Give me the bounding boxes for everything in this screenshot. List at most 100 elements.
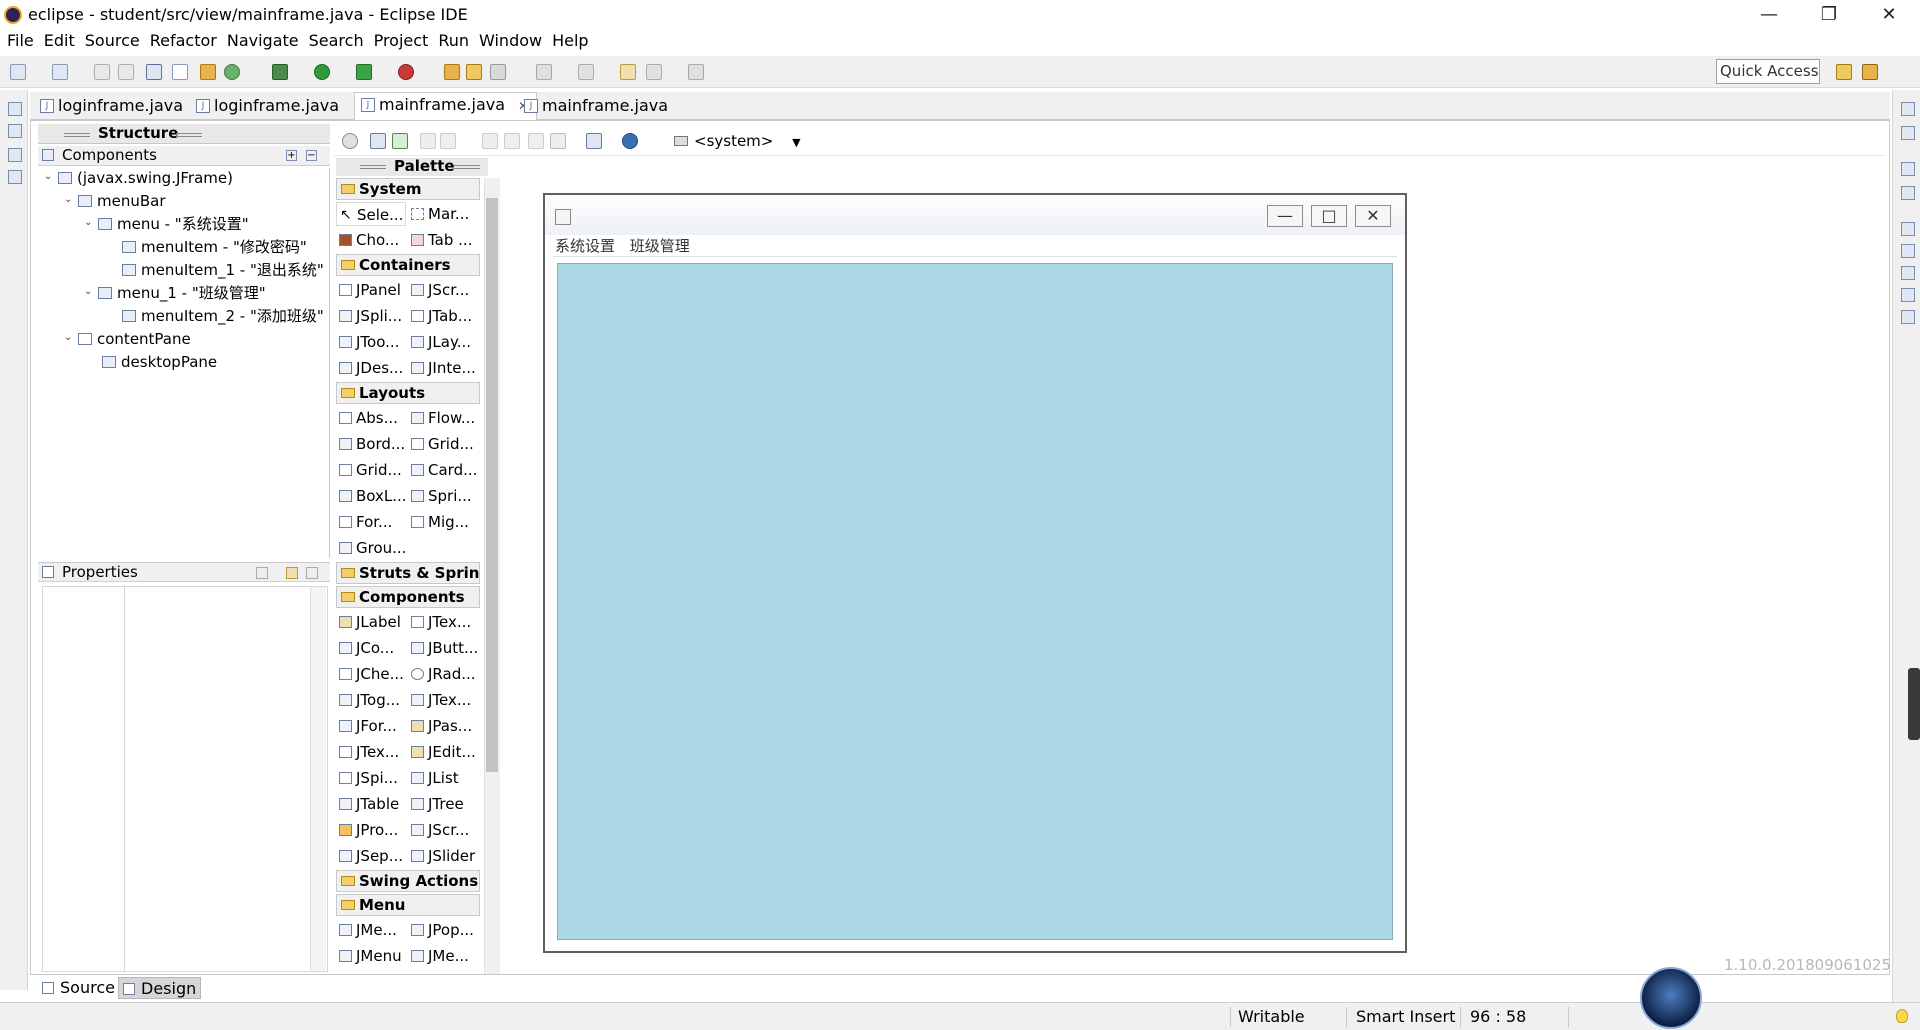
menu-help[interactable]: Help — [547, 30, 593, 54]
frame-maximize-button[interactable]: □ — [1311, 205, 1347, 227]
palette-item-choose[interactable]: Cho... — [336, 228, 406, 252]
palette-item-borderlayout[interactable]: Bord... — [336, 432, 406, 456]
project-explorer-icon[interactable] — [8, 170, 22, 184]
properties-toggle-icon[interactable] — [586, 133, 602, 149]
menu-edit[interactable]: Edit — [39, 30, 80, 54]
restore-view-icon[interactable] — [8, 102, 22, 116]
palette-item-miglayout[interactable]: Mig... — [408, 510, 478, 534]
coverage-icon[interactable] — [356, 64, 372, 80]
menu-run[interactable]: Run — [433, 30, 474, 54]
forward-icon[interactable] — [688, 64, 704, 80]
prev-annotation-icon[interactable] — [578, 64, 594, 80]
minimize-button[interactable]: — — [1746, 0, 1792, 30]
task-list-icon[interactable] — [1901, 186, 1915, 200]
tab-mainframe-2[interactable]: J mainframe.java — [518, 94, 676, 120]
palette-scrollbar-thumb[interactable] — [486, 198, 498, 772]
palette-item-jlayeredpane[interactable]: JLay... — [408, 330, 478, 354]
package-icon[interactable] — [200, 64, 216, 80]
tree-node-menuitem-1[interactable]: menuItem_1 - "退出系统" — [122, 260, 324, 280]
run-icon[interactable] — [314, 64, 330, 80]
tab-design[interactable]: Design — [118, 977, 202, 999]
palette-item-jsplitpane[interactable]: JSpli... — [336, 304, 406, 328]
tab-source[interactable]: Source — [38, 977, 119, 999]
palette-item-jscrollpane[interactable]: JScr... — [408, 278, 478, 302]
menu-source[interactable]: Source — [80, 30, 145, 54]
palette-category-components[interactable]: Components — [336, 586, 480, 608]
menu-navigate[interactable]: Navigate — [222, 30, 304, 54]
tree-node-contentpane[interactable]: ⌄ contentPane — [62, 329, 191, 349]
look-and-feel-selector[interactable]: <system> ▼ — [674, 132, 801, 150]
palette-item-jmenu[interactable]: JMenu — [336, 944, 406, 968]
delete-icon[interactable] — [550, 133, 566, 149]
desktop-pane[interactable] — [557, 263, 1393, 940]
terminal-icon[interactable] — [146, 64, 162, 80]
palette-item-jcombobox[interactable]: JCo... — [336, 636, 406, 660]
type-hierarchy-icon[interactable] — [8, 148, 22, 162]
cut-icon[interactable] — [482, 133, 498, 149]
convert-icon[interactable] — [370, 133, 386, 149]
menu-file[interactable]: File — [2, 30, 39, 54]
tree-node-menu[interactable]: ⌄ menu - "系统设置" — [82, 214, 249, 234]
test-gui-icon[interactable] — [342, 133, 358, 149]
menu-project[interactable]: Project — [369, 30, 434, 54]
menu-search[interactable]: Search — [304, 30, 369, 54]
menu-window[interactable]: Window — [474, 30, 547, 54]
restore-console-icon[interactable] — [1901, 222, 1915, 236]
tree-node-menuitem-2[interactable]: menuItem_2 - "添加班级" — [122, 306, 324, 326]
redo-icon[interactable] — [440, 133, 456, 149]
palette-item-jseparator[interactable]: JSep... — [336, 844, 406, 868]
palette-item-jslider[interactable]: JSlider — [408, 844, 478, 868]
paste-icon[interactable] — [528, 133, 544, 149]
chevron-down-icon[interactable]: ⌄ — [64, 333, 74, 343]
new-wizard-icon[interactable] — [52, 64, 68, 80]
show-events-icon[interactable] — [256, 567, 268, 579]
palette-item-jtable[interactable]: JTable — [336, 792, 406, 816]
quick-access-field[interactable]: Quick Access — [1716, 59, 1820, 84]
palette-item-jbutton[interactable]: JButt... — [408, 636, 478, 660]
palette-item-jpasswordfield[interactable]: JPas... — [408, 714, 478, 738]
properties-scrollbar[interactable] — [310, 587, 326, 971]
palette-item-jeditorpane[interactable]: JEdit... — [408, 740, 478, 764]
declaration-icon[interactable] — [1901, 288, 1915, 302]
palette-item-jcheckbox[interactable]: JChe... — [336, 662, 406, 686]
show-advanced-icon[interactable] — [306, 567, 318, 579]
palette-item-gridbaglayout[interactable]: Grid... — [336, 458, 406, 482]
palette-item-jtabbedpane[interactable]: JTab... — [408, 304, 478, 328]
save-icon[interactable] — [94, 64, 110, 80]
palette-item-jlist[interactable]: JList — [408, 766, 478, 790]
palette-item-grouplayout[interactable]: Grou... — [336, 536, 406, 560]
close-window-button[interactable]: ✕ — [1866, 0, 1912, 30]
palette-item-jtextarea[interactable]: JTex... — [408, 688, 478, 712]
save-all-icon[interactable] — [118, 64, 134, 80]
chevron-down-icon[interactable]: ⌄ — [44, 172, 54, 182]
palette-item-boxlayout[interactable]: BoxL... — [336, 484, 406, 508]
problems-icon[interactable] — [1901, 244, 1915, 258]
frame-close-button[interactable]: ✕ — [1355, 205, 1391, 227]
palette-category-struts-spring[interactable]: Struts & Sprin... — [336, 562, 480, 584]
open-type-icon[interactable] — [444, 64, 460, 80]
tip-lightbulb-icon[interactable] — [1896, 1009, 1908, 1023]
palette-category-containers[interactable]: Containers — [336, 254, 480, 276]
console-icon[interactable] — [1901, 310, 1915, 324]
tree-node-desktoppane[interactable]: desktopPane — [102, 352, 217, 372]
palette-item-jtoolbar[interactable]: JToo... — [336, 330, 406, 354]
skip-breakpoints-icon[interactable] — [172, 64, 188, 80]
frame-menu-system-settings[interactable]: 系统设置 — [555, 237, 615, 255]
java-perspective-icon[interactable] — [1862, 64, 1878, 80]
external-tools-icon[interactable] — [398, 64, 414, 80]
javadoc-icon[interactable] — [1901, 266, 1915, 280]
tab-mainframe-active[interactable]: J mainframe.java ✕ — [354, 92, 538, 121]
search-icon[interactable] — [490, 64, 506, 80]
last-edit-icon[interactable] — [620, 64, 636, 80]
next-annotation-icon[interactable] — [536, 64, 552, 80]
palette-item-jradiobutton[interactable]: JRad... — [408, 662, 478, 686]
palette-item-jmenubar[interactable]: JMe... — [336, 918, 406, 942]
package-explorer-icon[interactable] — [8, 124, 22, 138]
restore-button[interactable]: ❐ — [1806, 0, 1852, 30]
palette-category-system[interactable]: System — [336, 178, 480, 200]
frame-minimize-button[interactable]: — — [1267, 205, 1303, 227]
new-icon[interactable] — [10, 64, 26, 80]
restore-bottom-view-icon[interactable] — [1901, 162, 1915, 176]
palette-item-jpanel[interactable]: JPanel — [336, 278, 406, 302]
chevron-down-icon[interactable]: ⌄ — [64, 195, 74, 205]
